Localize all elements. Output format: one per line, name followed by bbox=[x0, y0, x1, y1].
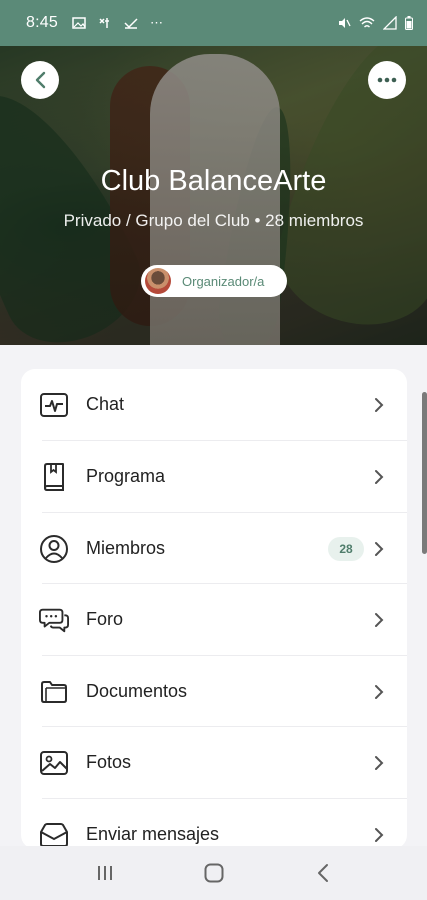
tool-icon bbox=[99, 18, 109, 28]
chevron-left-icon bbox=[35, 71, 46, 89]
menu-item-documentos[interactable]: Documentos bbox=[21, 656, 407, 727]
status-left-icons: ⋯ bbox=[72, 15, 163, 31]
menu-item-label: Enviar mensajes bbox=[86, 824, 220, 844]
menu-item-fotos[interactable]: Fotos bbox=[21, 727, 407, 798]
recents-button[interactable] bbox=[85, 853, 125, 893]
photo-icon bbox=[39, 748, 69, 778]
menu-item-enviar-mensajes[interactable]: Enviar mensajes bbox=[21, 799, 407, 849]
chevron-right-icon bbox=[372, 683, 386, 701]
menu-item-foro[interactable]: Foro bbox=[21, 584, 407, 655]
home-button[interactable] bbox=[194, 853, 234, 893]
chevron-right-icon bbox=[372, 468, 386, 486]
menu-item-label: Foro bbox=[86, 609, 124, 629]
organizer-pill[interactable]: Organizador/a bbox=[141, 265, 287, 297]
forum-bubbles-icon bbox=[39, 605, 69, 635]
more-horizontal-icon bbox=[377, 77, 397, 83]
organizer-label: Organizador/a bbox=[182, 273, 265, 289]
home-icon bbox=[204, 863, 223, 883]
chevron-right-icon bbox=[372, 754, 386, 772]
recents-icon bbox=[97, 866, 112, 880]
check-icon bbox=[124, 18, 138, 29]
back-nav-button[interactable] bbox=[303, 853, 343, 893]
wifi-icon bbox=[359, 17, 375, 28]
status-right-icons bbox=[337, 16, 413, 30]
system-nav-bar bbox=[0, 846, 427, 900]
back-button[interactable] bbox=[21, 61, 59, 99]
menu-item-miembros[interactable]: Miembros 28 bbox=[21, 513, 407, 584]
menu-item-label: Programa bbox=[86, 466, 166, 486]
scrollbar[interactable] bbox=[422, 392, 427, 554]
menu-item-programa[interactable]: Programa bbox=[21, 441, 407, 512]
group-subtitle: Privado / Grupo del Club • 28 miembros bbox=[63, 211, 364, 230]
more-dots-icon: ⋯ bbox=[149, 15, 163, 30]
menu-item-label: Fotos bbox=[86, 752, 132, 772]
chevron-right-icon bbox=[372, 826, 386, 844]
user-circle-icon bbox=[39, 534, 69, 564]
group-title: Club BalanceArte bbox=[100, 165, 327, 197]
battery-icon bbox=[405, 16, 413, 30]
chevron-right-icon bbox=[372, 611, 386, 629]
status-time: 8:45 bbox=[26, 14, 58, 31]
menu-item-label: Documentos bbox=[86, 681, 188, 701]
image-icon bbox=[72, 17, 86, 29]
group-menu: Chat Programa Miembros 28 Foro Documento… bbox=[21, 369, 407, 849]
chevron-right-icon bbox=[372, 396, 386, 414]
status-bar: 8:45 ⋯ bbox=[0, 0, 427, 46]
back-icon bbox=[317, 864, 328, 882]
chevron-right-icon bbox=[372, 540, 386, 558]
chat-activity-icon bbox=[39, 390, 69, 420]
book-icon bbox=[39, 462, 69, 492]
organizer-avatar bbox=[145, 268, 171, 294]
envelope-icon bbox=[39, 820, 69, 850]
members-count-badge: 28 bbox=[328, 536, 364, 561]
mute-icon bbox=[339, 18, 351, 28]
signal-icon bbox=[383, 16, 397, 30]
folder-icon bbox=[39, 677, 69, 707]
menu-item-chat[interactable]: Chat bbox=[21, 369, 407, 440]
menu-item-label: Chat bbox=[86, 394, 125, 414]
menu-item-label: Miembros bbox=[86, 538, 166, 558]
more-options-button[interactable] bbox=[368, 61, 406, 99]
